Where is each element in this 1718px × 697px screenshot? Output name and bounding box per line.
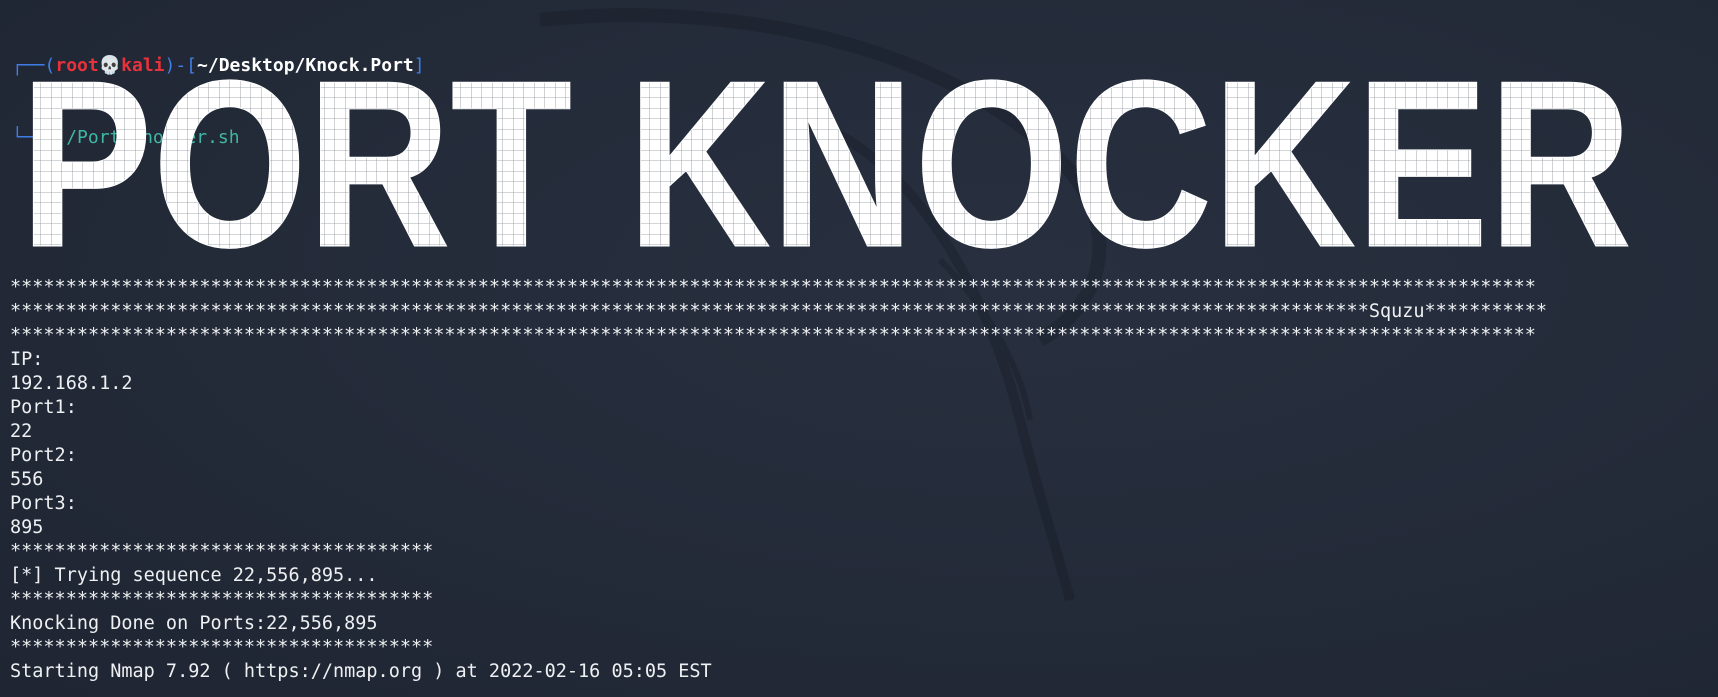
- output-line: 556: [10, 469, 44, 490]
- terminal-output: ************************************** **…: [10, 276, 1547, 684]
- output-line: ****************************************…: [10, 301, 1548, 322]
- output-line: 895: [10, 517, 44, 538]
- output-line: **************************************: [10, 589, 434, 610]
- output-line: Knocking Done on Ports:22,556,895: [10, 613, 378, 634]
- output-line: 22: [10, 421, 33, 442]
- output-line: **************************************: [10, 637, 434, 658]
- ascii-banner: PORT KNOCKER: [20, 56, 1632, 272]
- port-knocker-banner-art: PORT KNOCKER: [20, 56, 1632, 272]
- output-line: Port3:: [10, 493, 77, 514]
- banner-title: PORT KNOCKER: [20, 56, 1632, 272]
- output-line: Port2:: [10, 445, 77, 466]
- output-line: Port1:: [10, 397, 77, 418]
- output-line: 192.168.1.2: [10, 373, 133, 394]
- output-line: [*] Trying sequence 22,556,895...: [10, 565, 378, 586]
- terminal-window[interactable]: ┌──(root💀kali)-[~/Desktop/Knock.Port] └─…: [0, 0, 1718, 697]
- output-line: ****************************************…: [10, 277, 1536, 298]
- output-line: **************************************: [10, 541, 434, 562]
- output-line: IP:: [10, 349, 44, 370]
- output-line: ****************************************…: [10, 325, 1536, 346]
- output-line: Starting Nmap 7.92 ( https://nmap.org ) …: [10, 661, 712, 682]
